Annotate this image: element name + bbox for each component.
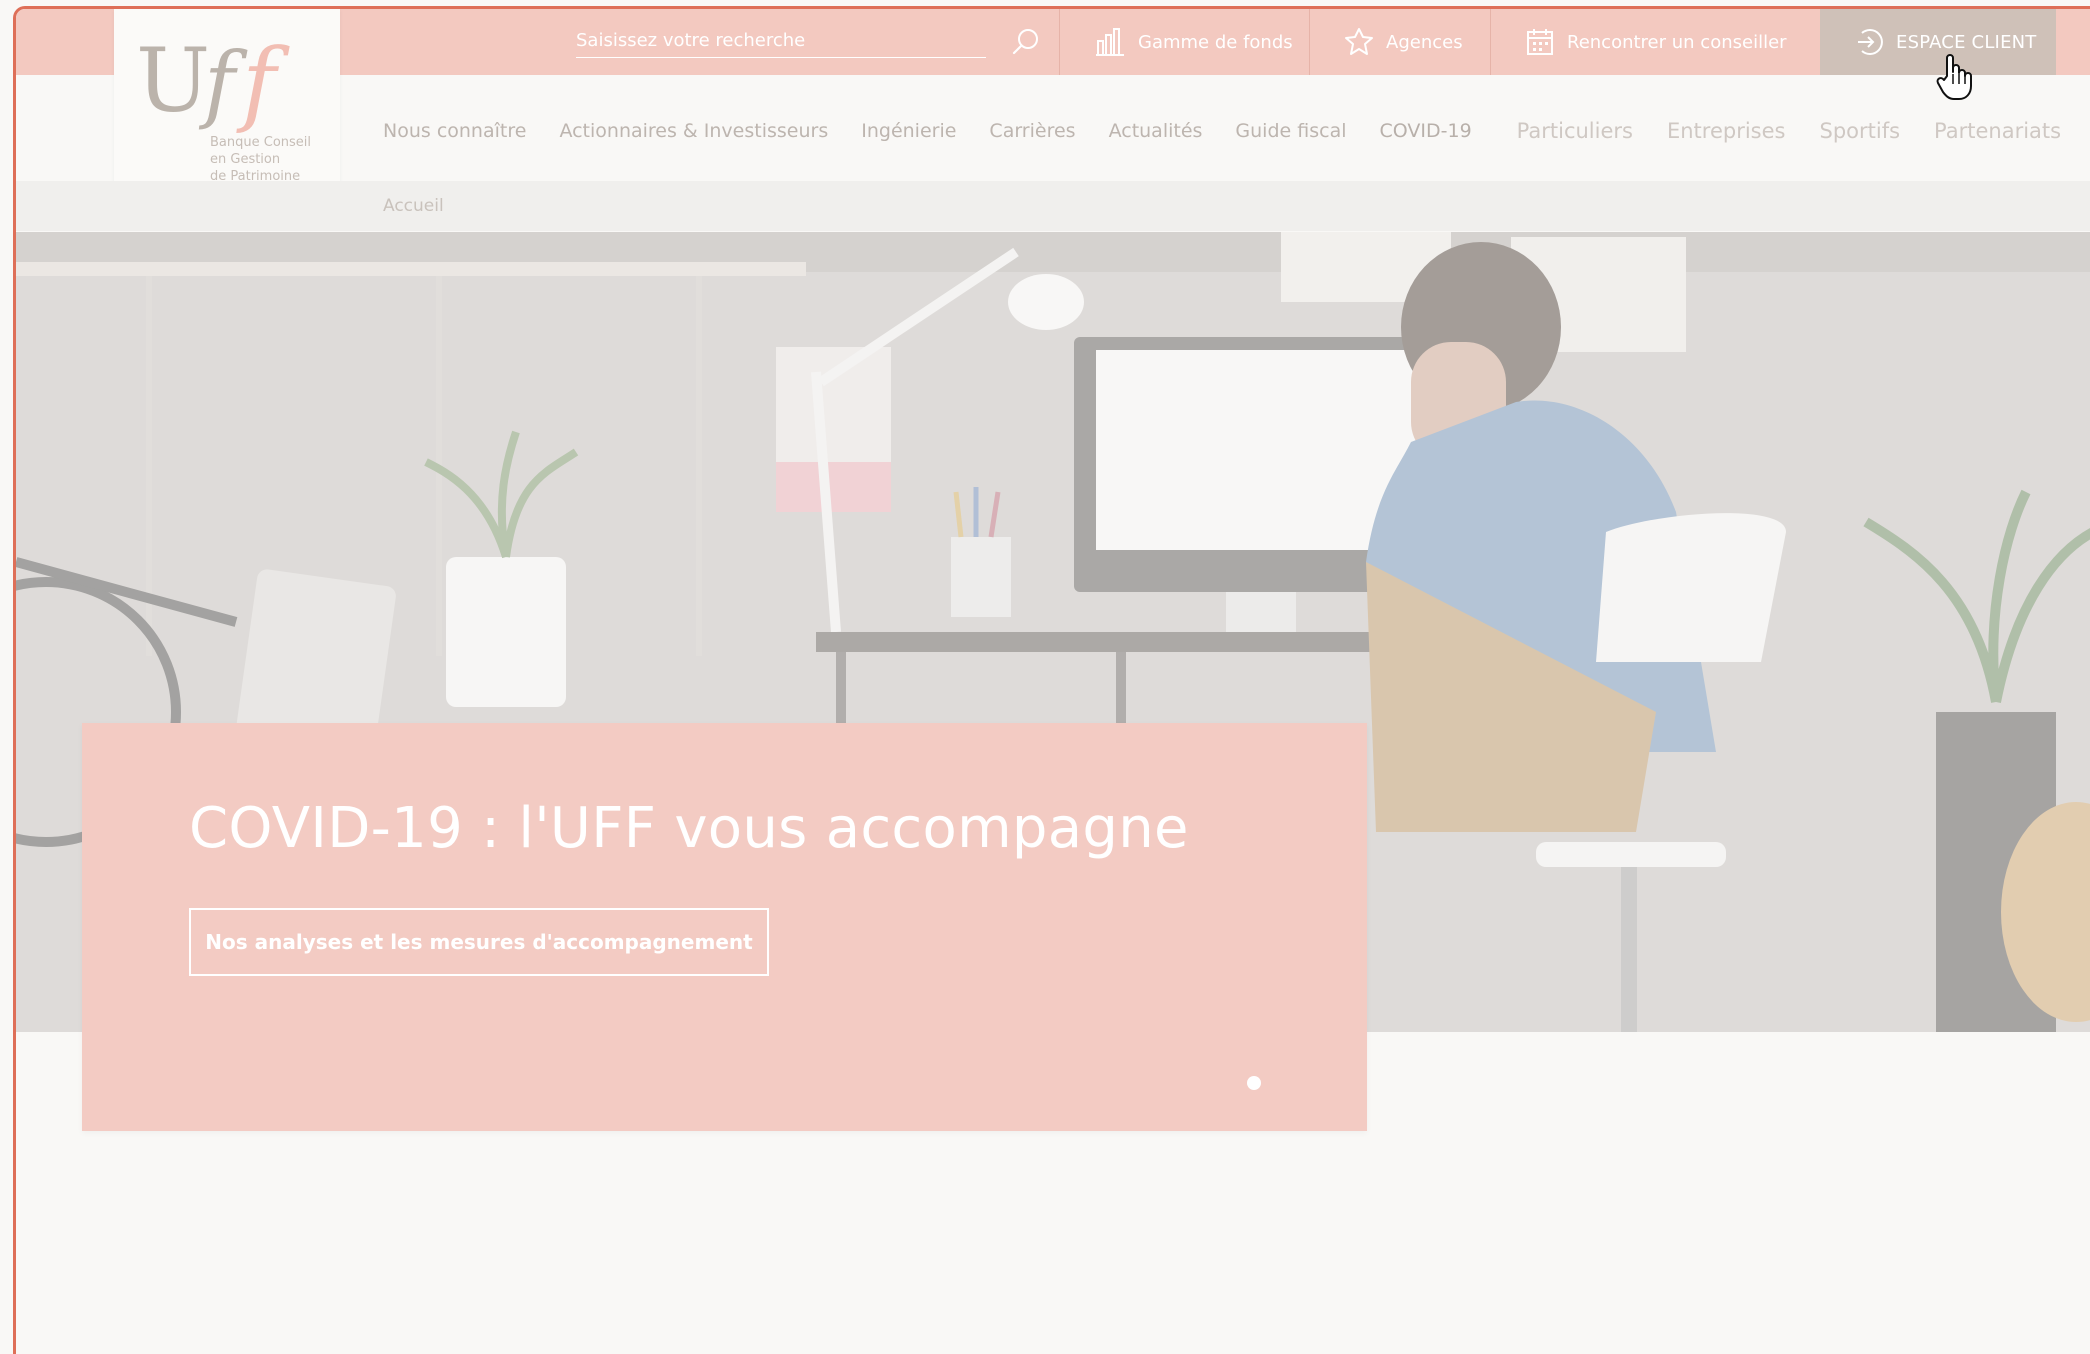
logo-tagline: Banque Conseil en Gestion de Patrimoine: [210, 134, 334, 185]
segment-tab-particuliers[interactable]: Particuliers: [1517, 119, 1633, 143]
logo-tagline-line: en Gestion: [210, 152, 281, 167]
nav-item-covid-19[interactable]: COVID-19: [1380, 120, 1472, 142]
utility-link-label: Gamme de fonds: [1138, 31, 1293, 53]
logo-tagline-line: Banque Conseil: [210, 135, 312, 150]
logo-letter: U: [136, 29, 211, 132]
search-icon: [1012, 29, 1038, 55]
uff-logo[interactable]: U f f Banque Conseil en Gestion de Patri…: [114, 9, 340, 209]
search-form: [576, 23, 1046, 61]
nav-item-actionnaires[interactable]: Actionnaires & Investisseurs: [559, 120, 828, 142]
segment-tab-sportifs[interactable]: Sportifs: [1819, 119, 1900, 143]
utility-link-agences[interactable]: Agences: [1309, 9, 1490, 75]
utility-link-label: Rencontrer un conseiller: [1567, 31, 1787, 53]
hand-cursor-icon: [1936, 54, 1972, 100]
search-button[interactable]: [1009, 25, 1043, 59]
nav-item-ingenierie[interactable]: Ingénierie: [861, 120, 956, 142]
logo-letter: f: [204, 34, 236, 132]
main-navigation: Nous connaître Actionnaires & Investisse…: [383, 111, 2061, 151]
chart-bars-icon: [1096, 28, 1124, 56]
login-arrow-icon: [1858, 29, 1883, 55]
breadcrumb-home[interactable]: Accueil: [383, 196, 444, 216]
browser-viewport: Gamme de fonds Agences Rencontrer un con…: [13, 6, 2090, 1354]
nav-item-guide-fiscal[interactable]: Guide fiscal: [1235, 120, 1346, 142]
espace-client-label: ESPACE CLIENT: [1896, 31, 2037, 53]
hero-cta-button[interactable]: Nos analyses et les mesures d'accompagne…: [189, 908, 769, 976]
star-badge-icon: [1345, 28, 1373, 55]
breadcrumb-bar: Accueil: [16, 181, 2090, 231]
nav-item-carrieres[interactable]: Carrières: [989, 120, 1075, 142]
segment-tab-entreprises[interactable]: Entreprises: [1667, 119, 1786, 143]
utility-link-rencontrer-conseiller[interactable]: Rencontrer un conseiller: [1490, 9, 1820, 75]
carousel-dot[interactable]: [1247, 1076, 1261, 1090]
hero-title: COVID-19 : l'UFF vous accompagne: [189, 796, 1189, 861]
utility-link-gamme-de-fonds[interactable]: Gamme de fonds: [1059, 9, 1309, 75]
segment-tab-partenariats[interactable]: Partenariats: [1934, 119, 2061, 143]
search-input[interactable]: [576, 23, 986, 58]
nav-item-nous-connaitre[interactable]: Nous connaître: [383, 120, 526, 142]
nav-item-actualites[interactable]: Actualités: [1109, 120, 1203, 142]
utility-link-label: Agences: [1386, 31, 1463, 53]
calendar-icon: [1527, 29, 1553, 55]
logo-letter: f: [242, 29, 277, 136]
hero-promo-card: COVID-19 : l'UFF vous accompagne Nos ana…: [82, 723, 1367, 1131]
